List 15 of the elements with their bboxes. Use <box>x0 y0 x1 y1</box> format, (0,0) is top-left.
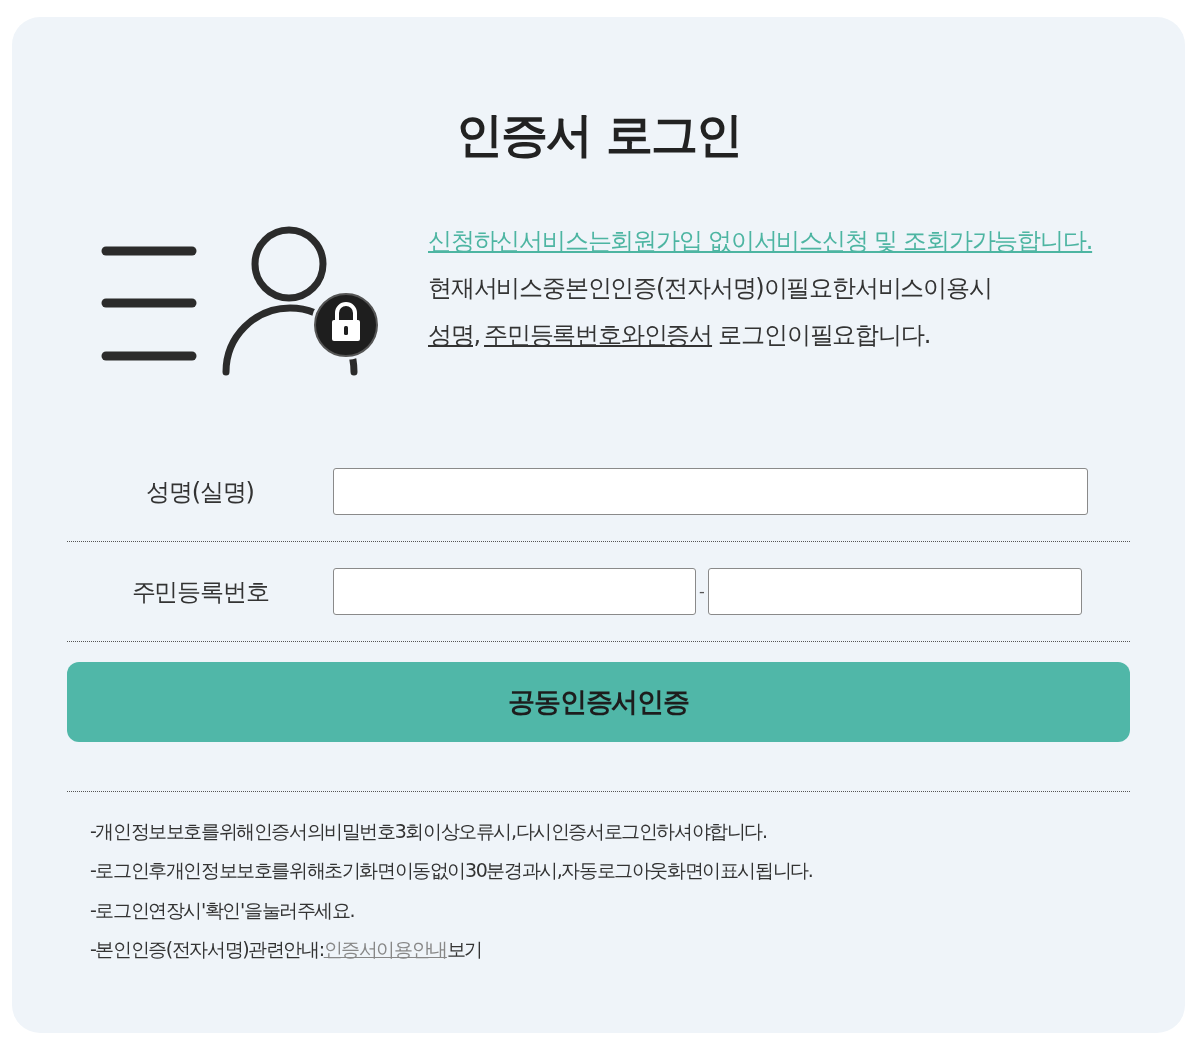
dash-separator: - <box>698 580 706 603</box>
id-number-label: 주민등록번호 <box>130 576 270 608</box>
certificate-auth-button[interactable]: 공동인증서인증 <box>67 662 1130 742</box>
id-back-input[interactable] <box>708 568 1082 615</box>
page-title: 인증서 로그인 <box>454 106 743 164</box>
id-front-input[interactable] <box>333 568 696 615</box>
notice-text: -로그인후개인정보보호를위해초기화면이동없이30분경과시,자동로그아웃화면이표시됩니다. <box>90 858 814 884</box>
certificate-guide-link[interactable]: 인증서이용안내 <box>323 937 447 960</box>
service-info-link[interactable]: 신청하신서비스는회원가입 없이서비스신청 및 조회가가능합니다. <box>428 218 1093 265</box>
notice-text: -본인인증(전자서명)관련안내:인증서이용안내보기 <box>90 936 484 962</box>
name-label: 성명(실명) <box>145 476 255 508</box>
intro-text: 현재서비스중본인인증(전자서명)이필요한서비스이용시 성명, 주민등록번호와인증서 로그인이필요합니다. <box>428 273 993 351</box>
notice-text: -개인정보보호를위해인증서의비밀번호3회이상오류시,다시인증서로그인하셔야합니다. <box>90 819 768 844</box>
notice-text: -로그인연장시'확인'을눌러주세요. <box>90 897 356 923</box>
name-input[interactable] <box>333 468 1088 515</box>
